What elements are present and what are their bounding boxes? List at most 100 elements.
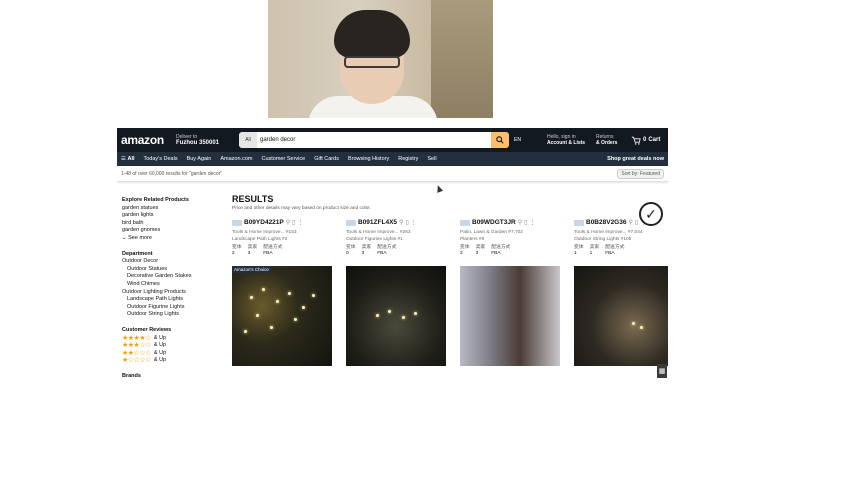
- webcam-overlay: [268, 0, 493, 118]
- department-heading: Department: [122, 250, 153, 257]
- rank-subcategory[interactable]: Planters #9: [460, 237, 484, 242]
- nav-item-gift-cards[interactable]: Gift Cards: [314, 156, 339, 162]
- department-sub-link[interactable]: Outdoor Figurine Lights: [122, 304, 224, 312]
- nav-promo-link[interactable]: Shop great deals now: [607, 156, 664, 162]
- related-link[interactable]: garden statues: [122, 205, 224, 213]
- language-selector[interactable]: EN: [514, 137, 542, 143]
- flag-icon: [574, 219, 584, 226]
- see-more-link[interactable]: ⌄ See more: [122, 235, 224, 243]
- orders-label: & Orders: [596, 140, 618, 146]
- product-image[interactable]: Amazon's Choice: [232, 266, 332, 366]
- asin-row: B091ZFL4X5 ⚲ ▯ ⋮: [346, 219, 446, 226]
- department-link[interactable]: Outdoor Lighting Products: [122, 289, 224, 297]
- rank-category[interactable]: Tools & Home Improve...: [574, 230, 627, 235]
- fulfillment-label: 配送方式: [491, 245, 511, 250]
- deliver-to[interactable]: Deliver to Fuzhou 350001: [176, 134, 234, 146]
- more-icon[interactable]: ⋮: [297, 219, 303, 226]
- sellers-label: 卖家: [475, 245, 486, 250]
- search-icon: [496, 136, 504, 144]
- link-icon[interactable]: ⚲: [286, 219, 290, 226]
- asin-code[interactable]: B09WDGT3JR: [472, 219, 516, 226]
- webcam-background-door: [431, 0, 493, 118]
- rank-subcategory[interactable]: Outdoor Figurine Lights #1: [346, 237, 403, 242]
- review-filter[interactable]: ★★★☆☆ & Up: [122, 342, 224, 350]
- all-menu-label: All: [127, 156, 135, 162]
- department-sub-link[interactable]: Decorative Garden Stakes: [122, 273, 224, 281]
- flag-icon: [460, 219, 470, 226]
- check-circle-icon[interactable]: ✓: [639, 202, 663, 226]
- asin-code[interactable]: B091ZFL4X5: [358, 219, 397, 226]
- account-lists-label: Account & Lists: [547, 140, 586, 146]
- webcam-person-hair: [334, 10, 410, 58]
- nav-item-todays-deals[interactable]: Today's Deals: [144, 156, 178, 162]
- review-filter-label: & Up: [153, 349, 167, 356]
- review-filter[interactable]: ★★★★☆ & Up: [122, 335, 224, 343]
- webcam-person-glasses: [344, 56, 400, 68]
- product-image[interactable]: [460, 266, 560, 366]
- asin-row: B09WDGT3JR ⚲ ▯ ⋮: [460, 219, 560, 226]
- related-link[interactable]: bird bath: [122, 220, 224, 228]
- all-menu-button[interactable]: ☰ All: [121, 156, 135, 162]
- link-icon[interactable]: ⚲: [518, 219, 522, 226]
- rank-subcategory[interactable]: Landscape Path Lights #2: [232, 237, 287, 242]
- department-sub-link[interactable]: Outdoor Statues: [122, 266, 224, 274]
- nav-item-buy-again[interactable]: Buy Again: [187, 156, 212, 162]
- link-icon[interactable]: ⚲: [399, 219, 403, 226]
- asin-code[interactable]: B09YD4221P: [244, 219, 284, 226]
- department-sub-link[interactable]: Outdoor String Lights: [122, 311, 224, 319]
- more-icon[interactable]: ⋮: [529, 219, 535, 226]
- review-filter-label: & Up: [153, 342, 167, 349]
- amazon-browser-page: amazon Deliver to Fuzhou 350001 All gard…: [117, 128, 668, 410]
- department-sub-link[interactable]: Wind Chimes: [122, 281, 224, 289]
- nav-item-sell[interactable]: Sell: [427, 156, 436, 162]
- results-main: RESULTS Price and other details may vary…: [232, 194, 668, 366]
- review-filter-label: & Up: [153, 334, 167, 341]
- rank-number: #7,044: [627, 230, 643, 235]
- rank-subcategory[interactable]: Outdoor String Lights #105: [574, 237, 631, 242]
- review-filter[interactable]: ★☆☆☆☆ & Up: [122, 357, 224, 365]
- variants-label: 变体: [574, 245, 584, 250]
- nav-item-amazon-com[interactable]: Amazon.com: [220, 156, 252, 162]
- reviews-heading: Customer Reviews: [122, 326, 172, 333]
- sellers-label: 卖家: [589, 245, 600, 250]
- returns-orders-link[interactable]: Returns & Orders: [596, 134, 626, 146]
- bookmark-icon[interactable]: ▯: [524, 219, 527, 226]
- bookmark-icon[interactable]: ▯: [292, 219, 295, 226]
- rank-info: Patio, Lawn & Garden #7,702 Planters #9: [460, 229, 560, 243]
- nav-item-registry[interactable]: Registry: [398, 156, 418, 162]
- fulfillment-value: FBA: [263, 251, 273, 256]
- department-link[interactable]: Outdoor Decor: [122, 258, 224, 266]
- fulfillment-value: FBA: [377, 251, 387, 256]
- product-stats: 变体 0 卖家 3 配送方式 FBA: [346, 245, 446, 257]
- grid-tool-icon[interactable]: ▦: [657, 364, 667, 378]
- product-card[interactable]: B09WDGT3JR ⚲ ▯ ⋮ Patio, Lawn & Garden #7…: [460, 219, 560, 366]
- fulfillment-value: FBA: [605, 251, 615, 256]
- nav-item-browsing-history[interactable]: Browsing History: [348, 156, 389, 162]
- rank-category[interactable]: Tools & Home Improve...: [346, 230, 399, 235]
- screen: amazon Deliver to Fuzhou 350001 All gard…: [0, 0, 852, 480]
- product-image[interactable]: [346, 266, 446, 366]
- nav-item-customer-service[interactable]: Customer Service: [261, 156, 305, 162]
- product-card[interactable]: B0B28V2G36 ⚲ ▯ ⋮ Tools & Home Improve...…: [574, 219, 668, 366]
- variants-label: 变体: [232, 245, 242, 250]
- bookmark-icon[interactable]: ▯: [405, 219, 408, 226]
- more-icon[interactable]: ⋮: [411, 219, 417, 226]
- department-sub-link[interactable]: Landscape Path Lights: [122, 296, 224, 304]
- bookmark-icon[interactable]: ▯: [635, 219, 638, 226]
- cart-button[interactable]: 0 Cart: [631, 136, 660, 145]
- product-image[interactable]: [574, 266, 668, 366]
- account-menu[interactable]: Hello, sign in Account & Lists: [547, 134, 591, 146]
- related-link[interactable]: garden gnomes: [122, 227, 224, 235]
- rank-category[interactable]: Patio, Lawn & Garden: [460, 230, 507, 235]
- search-category-select[interactable]: All: [239, 132, 257, 148]
- sort-dropdown[interactable]: Sort by: Featured: [617, 168, 664, 179]
- amazon-logo[interactable]: amazon: [121, 133, 171, 147]
- asin-code[interactable]: B0B28V2G36: [586, 219, 626, 226]
- link-icon[interactable]: ⚲: [628, 219, 632, 226]
- related-link[interactable]: garden lights: [122, 212, 224, 220]
- product-card[interactable]: B091ZFL4X5 ⚲ ▯ ⋮ Tools & Home Improve...…: [346, 219, 446, 366]
- rank-category[interactable]: Tools & Home Improve...: [232, 230, 285, 235]
- product-card[interactable]: B09YD4221P ⚲ ▯ ⋮ Tools & Home Improve...…: [232, 219, 332, 366]
- search-input[interactable]: garden decor: [257, 132, 491, 148]
- search-button[interactable]: [491, 132, 509, 148]
